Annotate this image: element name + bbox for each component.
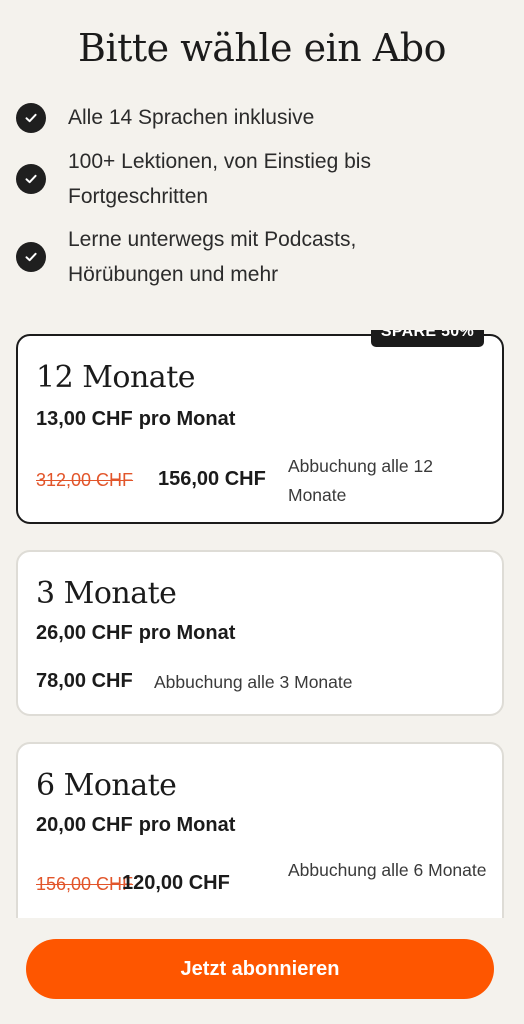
monthly-price-unit: pro Monat bbox=[138, 408, 236, 430]
original-price: 312,00 CHF bbox=[36, 470, 134, 490]
check-icon bbox=[16, 242, 46, 272]
page-title: Bitte wähle ein Abo bbox=[78, 26, 446, 70]
monthly-price-value: 26,00 CHF bbox=[36, 622, 133, 644]
feature-item: 100+ Lektionen, von Einstieg bis Fortges… bbox=[16, 144, 468, 214]
plan-card-12-months[interactable]: SPARE 50% 12 Monate 13,00 CHF pro Monat 3… bbox=[16, 330, 504, 524]
check-icon bbox=[16, 103, 46, 133]
plan-card-3-months[interactable]: 3 Monate 26,00 CHF pro Monat 78,00 CHF Ab… bbox=[16, 550, 504, 716]
plan-name: 3 Monate bbox=[36, 576, 177, 611]
feature-text: Lerne unterwegs mit Podcasts, Hörübungen… bbox=[68, 228, 357, 286]
total-price: 78,00 CHF bbox=[36, 670, 133, 692]
monthly-price: 20,00 CHF pro Monat bbox=[36, 814, 235, 837]
feature-item: Lerne unterwegs mit Podcasts, Hörübungen… bbox=[16, 222, 468, 292]
plan-card-6-months[interactable]: 6 Monate 20,00 CHF pro Monat 156,00 CHF 1… bbox=[16, 742, 504, 918]
monthly-price-unit: pro Monat bbox=[138, 814, 236, 836]
monthly-price: 13,00 CHF pro Monat bbox=[36, 408, 235, 431]
savings-badge: SPARE 50% bbox=[370, 330, 484, 347]
feature-item: Alle 14 Sprachen inklusive bbox=[16, 100, 468, 135]
subscription-page: Bitte wähle ein Abo Alle 14 Sprachen ink… bbox=[0, 0, 524, 1024]
monthly-price-unit: pro Monat bbox=[138, 622, 236, 644]
monthly-price: 26,00 CHF pro Monat bbox=[36, 622, 235, 645]
plan-list: SPARE 50% 12 Monate 13,00 CHF pro Monat 3… bbox=[16, 330, 504, 918]
check-icon bbox=[16, 164, 46, 194]
monthly-price-value: 20,00 CHF bbox=[36, 814, 133, 836]
billing-interval: Abbuchung alle 12 Monate bbox=[288, 456, 433, 505]
subscribe-button[interactable]: Jetzt abonnieren bbox=[26, 939, 494, 999]
feature-text: Alle 14 Sprachen inklusive bbox=[68, 106, 315, 129]
total-price: 156,00 CHF bbox=[158, 468, 266, 490]
billing-interval: Abbuchung alle 3 Monate bbox=[154, 672, 353, 692]
original-price: 156,00 CHF bbox=[36, 874, 134, 894]
plan-name: 6 Monate bbox=[36, 768, 177, 803]
feature-text: 100+ Lektionen, von Einstieg bis Fortges… bbox=[68, 150, 371, 208]
monthly-price-value: 13,00 CHF bbox=[36, 408, 133, 430]
billing-interval: Abbuchung alle 6 Monate bbox=[288, 860, 487, 880]
total-price: 120,00 CHF bbox=[122, 872, 230, 894]
plan-name: 12 Monate bbox=[36, 360, 196, 395]
